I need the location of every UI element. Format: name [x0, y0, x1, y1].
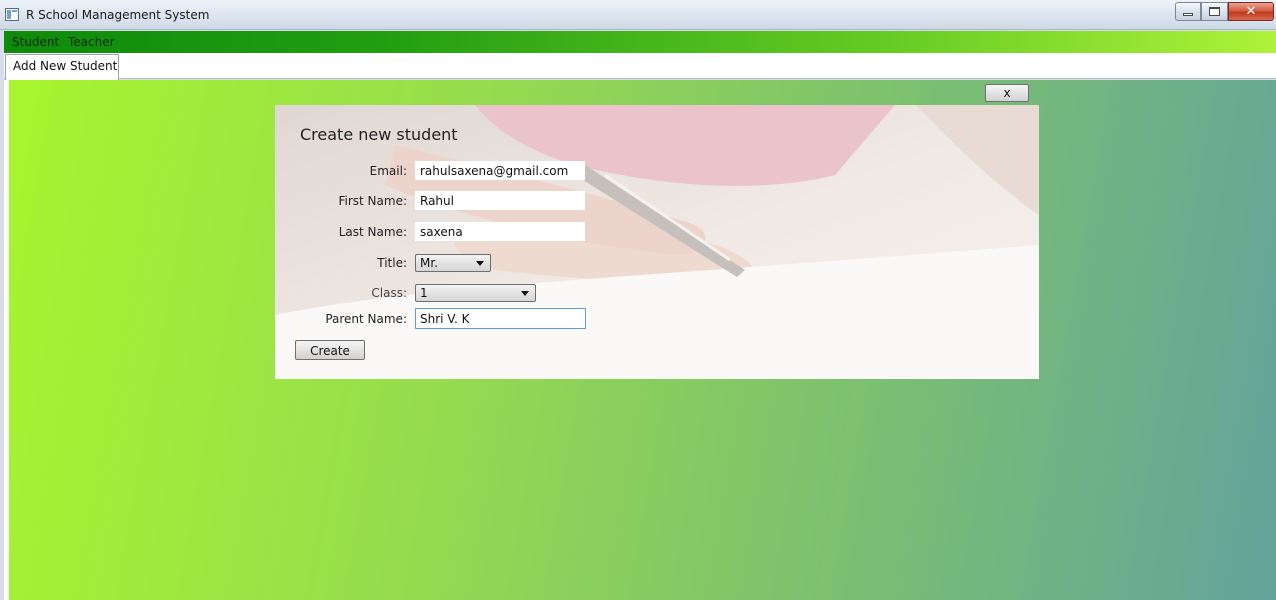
create-button[interactable]: Create	[295, 340, 365, 360]
close-icon: ✕	[1245, 4, 1257, 19]
email-field[interactable]	[415, 161, 585, 180]
title-label: Title:	[377, 256, 407, 270]
class-select-value: 1	[420, 286, 428, 300]
create-student-panel: Create new student Email: First Name: La…	[275, 105, 1039, 379]
panel-overlay	[275, 105, 1039, 379]
menu-item-teacher[interactable]: Teacher	[68, 35, 115, 49]
close-panel-button[interactable]: x	[985, 84, 1029, 102]
maximize-button[interactable]	[1201, 2, 1228, 21]
title-bar: R School Management System ✕	[0, 0, 1276, 30]
minimize-button[interactable]	[1175, 2, 1201, 21]
title-select-value: Mr.	[420, 256, 438, 270]
first-name-label: First Name:	[338, 194, 407, 208]
app-window-icon[interactable]	[5, 8, 19, 21]
parent-name-label: Parent Name:	[325, 312, 407, 326]
tab-strip: Add New Student	[4, 53, 1276, 80]
maximize-icon	[1209, 7, 1220, 16]
title-select[interactable]: Mr.	[415, 254, 491, 272]
last-name-field[interactable]	[415, 222, 585, 241]
email-label: Email:	[369, 164, 407, 178]
class-select[interactable]: 1	[415, 284, 536, 302]
menu-bar: Student Teacher	[4, 31, 1276, 53]
first-name-field[interactable]	[415, 191, 585, 210]
last-name-label: Last Name:	[338, 225, 407, 239]
chevron-down-icon	[476, 261, 484, 266]
tab-add-new-student[interactable]: Add New Student	[5, 54, 119, 80]
class-label: Class:	[371, 286, 407, 300]
form-title: Create new student	[300, 125, 458, 144]
menu-item-student[interactable]: Student	[12, 35, 59, 49]
close-window-button[interactable]: ✕	[1228, 2, 1274, 21]
parent-name-field[interactable]	[415, 308, 586, 329]
chevron-down-icon	[521, 291, 529, 296]
minimize-icon	[1183, 13, 1193, 16]
window-title: R School Management System	[26, 8, 210, 22]
